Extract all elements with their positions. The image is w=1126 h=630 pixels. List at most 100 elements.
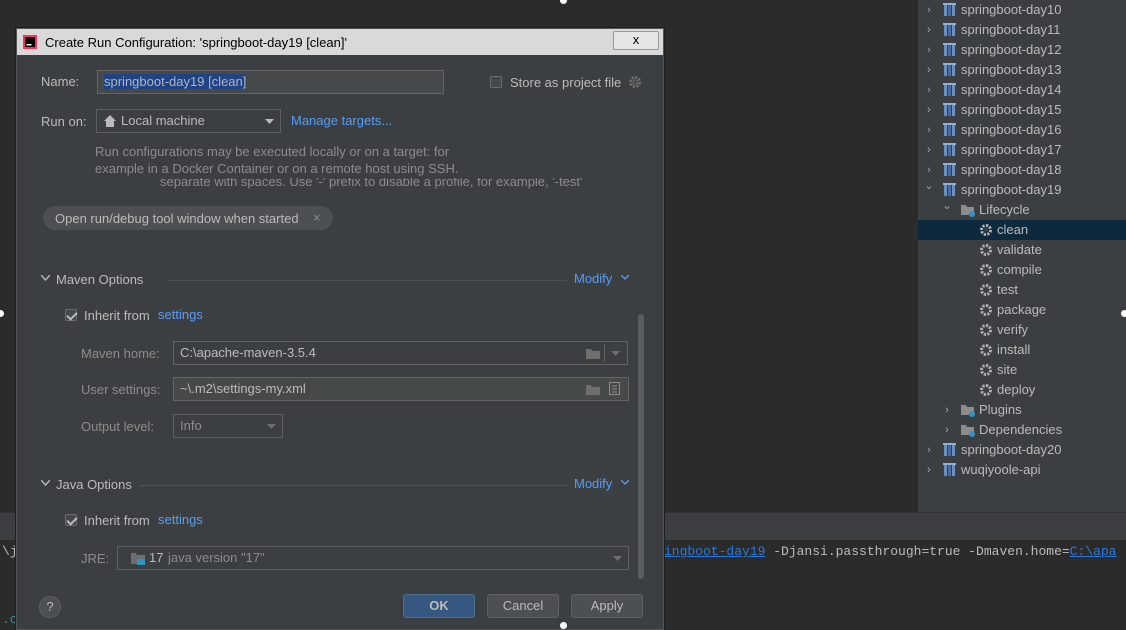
tree-item-label: package xyxy=(997,302,1047,317)
tree-project[interactable]: › springboot-day13 xyxy=(918,60,1126,80)
user-settings-input[interactable]: ~\.m2\settings-my.xml xyxy=(173,377,629,401)
user-settings-value: ~\.m2\settings-my.xml xyxy=(180,381,306,396)
tree-item-label: springboot-day12 xyxy=(961,42,1062,57)
chevron-right-icon[interactable]: › xyxy=(924,80,934,100)
console-args: -Djansi.passthrough=true -Dmaven.home= xyxy=(765,544,1070,559)
tree-goal[interactable]: package xyxy=(918,300,1126,320)
tree-project[interactable]: › springboot-day15 xyxy=(918,100,1126,120)
tree-project[interactable]: › springboot-day10 xyxy=(918,0,1126,20)
jre-select[interactable]: 17 java version "17" xyxy=(117,546,629,570)
help-button[interactable]: ? xyxy=(39,596,61,618)
create-run-configuration-dialog: Create Run Configuration: 'springboot-da… xyxy=(16,28,664,630)
tree-goal[interactable]: verify xyxy=(918,320,1126,340)
tree-project[interactable]: › springboot-day16 xyxy=(918,120,1126,140)
collapse-arrow-icon[interactable] xyxy=(41,480,50,486)
gear-icon[interactable] xyxy=(628,75,642,89)
chevron-right-icon[interactable]: › xyxy=(924,100,934,120)
store-as-project-file-checkbox[interactable] xyxy=(490,76,502,88)
open-tool-window-chip[interactable]: Open run/debug tool window when started … xyxy=(43,206,333,230)
chevron-down-icon[interactable] xyxy=(611,351,620,356)
tree-item-label: clean xyxy=(997,222,1029,237)
chevron-right-icon[interactable]: › xyxy=(924,140,934,160)
run-on-select[interactable]: Local machine xyxy=(96,109,281,133)
tree-lifecycle[interactable]: ⌄ Lifecycle xyxy=(918,200,1126,220)
tree-goal[interactable]: deploy xyxy=(918,380,1126,400)
tree-item-label: springboot-day13 xyxy=(961,62,1062,77)
chevron-down-icon[interactable]: ⌄ xyxy=(924,176,934,196)
collapse-arrow-icon[interactable] xyxy=(41,275,50,281)
tree-item-label: springboot-day15 xyxy=(961,102,1062,117)
manage-targets-link[interactable]: Manage targets... xyxy=(291,113,392,128)
chevron-right-icon[interactable]: › xyxy=(924,0,934,20)
name-input[interactable]: springboot-day19 [clean] xyxy=(97,70,444,94)
selection-handle[interactable] xyxy=(1121,310,1126,317)
console-link-project[interactable]: ingboot-day19 xyxy=(664,544,765,559)
hint-line-1: Run configurations may be executed local… xyxy=(95,144,450,159)
tree-project[interactable]: › wuqiyoole-api xyxy=(918,460,1126,480)
tree-goal[interactable]: install xyxy=(918,340,1126,360)
tree-goal[interactable]: site xyxy=(918,360,1126,380)
section-divider xyxy=(140,485,567,486)
console-link-maven-home[interactable]: C:\apa xyxy=(1070,544,1117,559)
tree-item-label: Plugins xyxy=(979,402,1022,417)
chip-label: Open run/debug tool window when started xyxy=(55,211,299,226)
apply-button[interactable]: Apply xyxy=(571,594,643,618)
folder-icon[interactable] xyxy=(586,384,600,395)
output-level-select[interactable]: Info xyxy=(173,414,283,438)
java-inherit-checkbox[interactable] xyxy=(65,514,77,526)
tree-project[interactable]: › springboot-day20 xyxy=(918,440,1126,460)
cancel-label: Cancel xyxy=(502,598,544,613)
tree-project[interactable]: › springboot-day14 xyxy=(918,80,1126,100)
tree-goal[interactable]: compile xyxy=(918,260,1126,280)
run-on-label: Run on: xyxy=(41,114,87,129)
maven-inherit-label: Inherit from xyxy=(84,308,150,323)
tree-item-label: springboot-day19 xyxy=(961,182,1062,197)
folder-icon[interactable] xyxy=(586,348,600,359)
chevron-down-icon[interactable]: ⌄ xyxy=(942,196,952,216)
tree-project[interactable]: › springboot-day18 xyxy=(918,160,1126,180)
maven-modify-link[interactable]: Modify xyxy=(574,271,612,286)
vertical-scrollbar[interactable] xyxy=(638,314,644,579)
name-label: Name: xyxy=(41,74,80,89)
help-icon: ? xyxy=(46,599,54,614)
name-input-value: springboot-day19 [clean] xyxy=(104,74,247,89)
chevron-right-icon[interactable]: › xyxy=(924,460,934,480)
document-icon[interactable] xyxy=(609,382,620,395)
tree-project[interactable]: › springboot-day17 xyxy=(918,140,1126,160)
maven-settings-link[interactable]: settings xyxy=(158,307,203,322)
store-as-project-file-label: Store as project file xyxy=(510,75,622,90)
java-settings-link[interactable]: settings xyxy=(158,512,203,527)
chevron-right-icon[interactable]: › xyxy=(924,120,934,140)
intellij-logo-icon xyxy=(23,35,37,49)
chevron-down-icon xyxy=(621,480,629,485)
selection-handle[interactable] xyxy=(0,310,4,317)
maven-inherit-checkbox[interactable] xyxy=(65,309,77,321)
tree-plugins[interactable]: › Plugins xyxy=(918,400,1126,420)
maven-home-value: C:\apache-maven-3.5.4 xyxy=(180,345,316,360)
maven-home-input[interactable]: C:\apache-maven-3.5.4 xyxy=(173,341,628,365)
tree-project[interactable]: › springboot-day12 xyxy=(918,40,1126,60)
chevron-right-icon[interactable]: › xyxy=(924,440,934,460)
tree-goal[interactable]: test xyxy=(918,280,1126,300)
tree-item-label: compile xyxy=(997,262,1042,277)
chevron-right-icon[interactable]: › xyxy=(942,400,952,420)
tree-item-label: Dependencies xyxy=(979,422,1063,437)
apply-label: Apply xyxy=(590,598,624,613)
java-modify-link[interactable]: Modify xyxy=(574,476,612,491)
tree-goal[interactable]: validate xyxy=(918,240,1126,260)
selection-handle[interactable] xyxy=(560,0,567,4)
chevron-right-icon[interactable]: › xyxy=(924,60,934,80)
close-button[interactable]: x xyxy=(613,31,659,50)
tree-project[interactable]: › springboot-day11 xyxy=(918,20,1126,40)
java-inherit-label: Inherit from xyxy=(84,513,150,528)
tree-dependencies[interactable]: › Dependencies xyxy=(918,420,1126,440)
user-settings-label: User settings: xyxy=(81,382,161,397)
jdk-folder-icon xyxy=(131,553,145,565)
chip-remove-icon[interactable]: × xyxy=(313,210,321,225)
chevron-right-icon[interactable]: › xyxy=(924,20,934,40)
ok-button[interactable]: OK xyxy=(403,594,475,618)
chevron-right-icon[interactable]: › xyxy=(924,40,934,60)
cancel-button[interactable]: Cancel xyxy=(487,594,559,618)
chevron-right-icon[interactable]: › xyxy=(942,420,952,440)
tree-goal[interactable]: clean xyxy=(918,220,1126,240)
